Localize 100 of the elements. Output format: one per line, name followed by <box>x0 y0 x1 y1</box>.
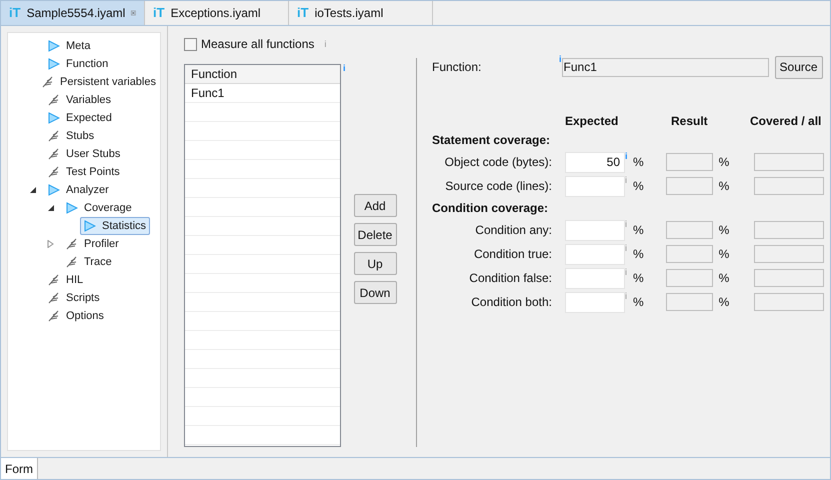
covered-field <box>754 177 824 195</box>
unit-label: % <box>633 154 644 171</box>
covered-field <box>754 221 824 239</box>
expected-field[interactable] <box>565 176 625 196</box>
quill-icon <box>48 310 60 322</box>
tree-item[interactable]: Persistent variables <box>38 73 160 91</box>
unit-label: % <box>633 246 644 263</box>
column-header: Function <box>185 65 340 84</box>
field-label: Object code (bytes): <box>444 154 552 171</box>
play-icon <box>48 112 60 124</box>
tree-item[interactable]: Analyzer <box>44 181 113 199</box>
play-icon <box>84 220 96 232</box>
field-label: Condition true: <box>472 246 552 263</box>
checkbox-label: Measure all functions <box>201 36 314 53</box>
tree-item[interactable]: Variables <box>44 91 116 109</box>
list-button[interactable]: Up <box>354 252 397 275</box>
expand-icon[interactable] <box>47 240 55 248</box>
result-field <box>666 269 713 287</box>
play-icon <box>48 40 60 52</box>
column-heading: Expected <box>565 113 620 130</box>
unit-label: % <box>718 294 730 311</box>
play-icon <box>66 202 78 214</box>
section-title: Statement coverage: <box>432 132 552 149</box>
unit-label: % <box>718 222 730 239</box>
play-icon <box>48 184 60 196</box>
function-field[interactable]: Func1 <box>562 58 769 76</box>
info-mark: i <box>625 292 627 300</box>
collapse-icon[interactable] <box>29 186 37 194</box>
info-mark: i <box>559 55 562 64</box>
unit-label: % <box>633 270 644 287</box>
expected-field[interactable] <box>565 244 625 264</box>
quill-icon <box>48 274 60 286</box>
form-tab[interactable]: Form <box>1 458 38 479</box>
play-icon <box>48 58 60 70</box>
checkbox[interactable] <box>184 38 197 50</box>
quill-icon <box>48 292 60 304</box>
covered-field <box>754 245 824 263</box>
result-field <box>666 245 713 263</box>
tree-item[interactable]: Trace <box>62 253 116 271</box>
logo-icon: iT <box>153 3 165 23</box>
logo-icon: iT <box>297 3 309 23</box>
section-title: Condition coverage: <box>432 200 550 217</box>
close-icon[interactable] <box>131 8 136 18</box>
covered-field <box>754 293 824 311</box>
tree-item[interactable]: Scripts <box>44 289 104 307</box>
field-label: Condition any: <box>474 222 552 239</box>
unit-label: % <box>718 178 730 195</box>
expected-field[interactable] <box>565 268 625 288</box>
tree-item[interactable]: Meta <box>44 37 94 55</box>
covered-field <box>754 269 824 287</box>
tree-item[interactable]: Stubs <box>44 127 98 145</box>
info-mark: i <box>625 152 628 160</box>
list-button[interactable]: Delete <box>354 223 397 246</box>
unit-label: % <box>633 178 644 195</box>
list-button[interactable]: Down <box>354 281 397 304</box>
tree-item[interactable]: Options <box>44 307 108 325</box>
info-mark: i <box>625 176 627 184</box>
tree-item[interactable]: Expected <box>44 109 116 127</box>
field-label: Function: <box>432 59 482 76</box>
quill-icon <box>66 238 78 250</box>
quill-icon <box>66 256 78 268</box>
info-mark: i <box>625 244 627 252</box>
result-field <box>666 153 713 171</box>
quill-icon <box>48 94 60 106</box>
quill-icon <box>48 148 60 160</box>
info-mark: i <box>625 220 627 228</box>
tree-item[interactable]: Statistics <box>80 217 150 235</box>
column-heading: Covered / all <box>750 113 822 130</box>
info-mark: i <box>343 64 346 73</box>
source-button[interactable]: Source <box>774 56 823 78</box>
unit-label: % <box>718 246 730 263</box>
result-field <box>666 221 713 239</box>
info-mark: i <box>625 268 627 276</box>
field-label: Condition both: <box>470 294 552 311</box>
covered-field <box>754 153 824 171</box>
unit-label: % <box>633 294 644 311</box>
collapse-icon[interactable] <box>47 204 55 212</box>
table-cell[interactable]: Func1 <box>185 84 340 103</box>
tree-item[interactable]: HIL <box>44 271 88 289</box>
quill-icon <box>42 76 54 88</box>
quill-icon <box>48 130 60 142</box>
tree-item[interactable]: Profiler <box>62 235 123 253</box>
tree-item[interactable]: Function <box>44 55 112 73</box>
field-label: Condition false: <box>468 270 552 287</box>
quill-icon <box>48 166 60 178</box>
tree-item[interactable]: Test Points <box>44 163 124 181</box>
result-field <box>666 177 713 195</box>
expected-field[interactable] <box>565 220 625 240</box>
expected-field[interactable]: 50 <box>565 152 625 172</box>
unit-label: % <box>718 154 730 171</box>
list-button[interactable]: Add <box>354 194 397 217</box>
unit-label: % <box>633 222 644 239</box>
result-field <box>666 293 713 311</box>
column-heading: Result <box>671 113 709 130</box>
file-tab[interactable]: iT Sample5554.iyaml <box>1 1 145 25</box>
tree-item[interactable]: User Stubs <box>44 145 124 163</box>
expected-field[interactable] <box>565 292 625 312</box>
field-label: Source code (lines): <box>444 178 552 195</box>
tree-item[interactable]: Coverage <box>62 199 136 217</box>
unit-label: % <box>718 270 730 287</box>
